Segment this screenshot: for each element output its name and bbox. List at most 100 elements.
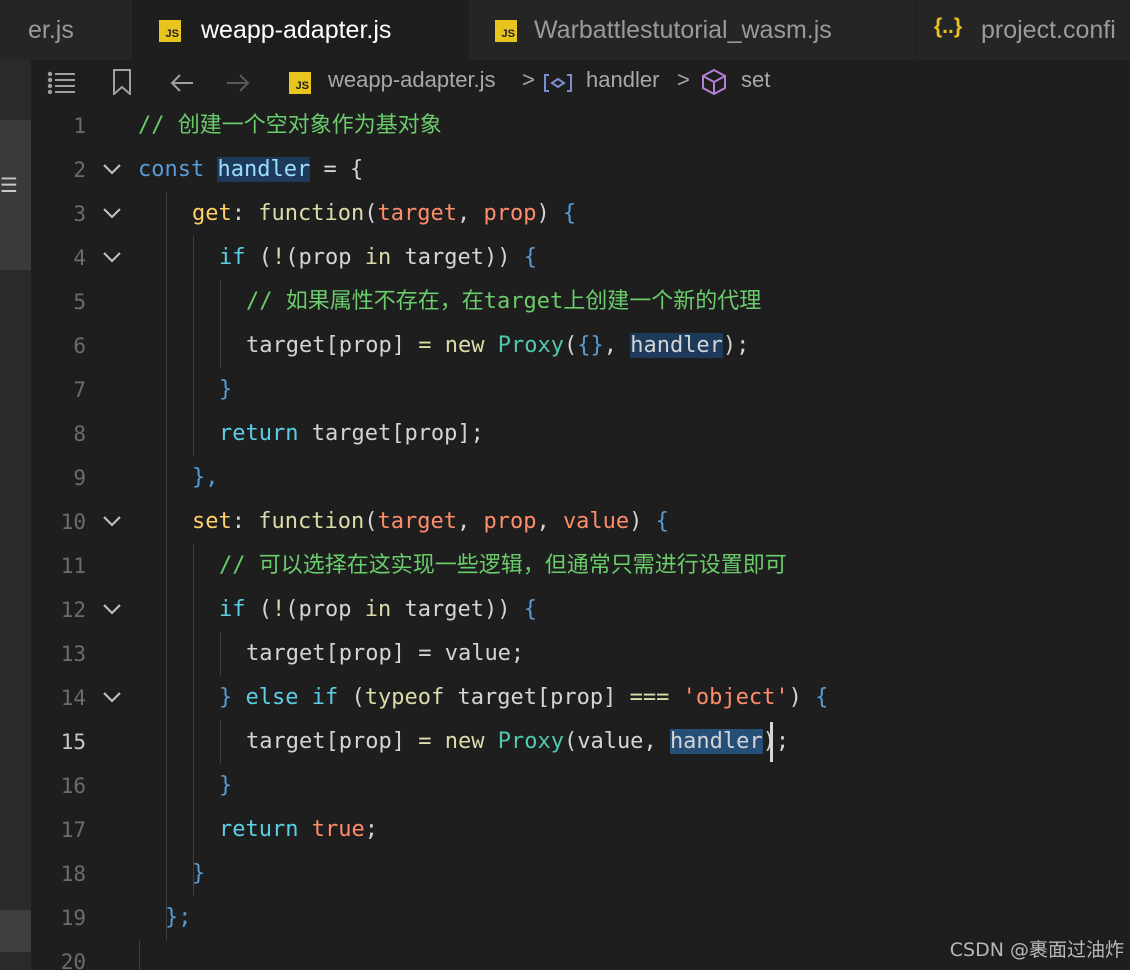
identifier: prop	[298, 597, 352, 622]
operator: !	[272, 245, 286, 270]
code-line-8[interactable]: return target[prop];	[219, 412, 484, 456]
back-arrow-icon[interactable]	[169, 72, 195, 94]
breadcrumb-separator: >	[522, 67, 535, 92]
line-number: 12	[60, 598, 86, 622]
punctuation: :	[231, 201, 259, 226]
method-cube-icon	[702, 68, 726, 96]
indent-guide	[139, 940, 140, 970]
parameter: value	[562, 509, 630, 534]
line-number: 19	[60, 906, 86, 930]
punctuation: [	[325, 333, 339, 358]
brace: }	[219, 377, 233, 402]
fold-chevron-icon[interactable]	[101, 236, 123, 280]
keyword: const	[138, 157, 205, 182]
activity-highlight-bottom	[0, 910, 31, 952]
variable-symbol-icon	[544, 74, 572, 92]
identifier: value	[577, 729, 644, 754]
identifier: target	[246, 333, 326, 358]
fold-chevron-icon[interactable]	[101, 148, 123, 192]
punctuation: )	[536, 201, 550, 226]
punctuation: (	[245, 245, 272, 270]
breadcrumb-member[interactable]: set	[741, 67, 770, 93]
fold-chevron-icon[interactable]	[101, 500, 123, 544]
brace: };	[165, 905, 192, 930]
punctuation: (	[563, 333, 578, 358]
expression: target[prop]	[444, 685, 617, 710]
line-number: 2	[73, 158, 86, 182]
punctuation: (	[364, 509, 378, 534]
punctuation: ;	[364, 817, 378, 842]
keyword: new	[444, 729, 485, 754]
code-line-16[interactable]: }	[219, 764, 232, 808]
keyword: new	[444, 333, 485, 358]
object-literal: {}	[577, 333, 604, 358]
identifier: target	[404, 597, 484, 622]
code-editor[interactable]: JS weapp-adapter.js > handler > set 1 2 …	[31, 60, 1130, 970]
keyword: return	[219, 817, 299, 842]
code-line-3[interactable]: get: function(target, prop) {	[192, 192, 576, 236]
brace: }	[192, 861, 206, 886]
list-icon[interactable]	[47, 70, 77, 94]
code-line-12[interactable]: if (!(prop in target)) {	[219, 588, 537, 632]
brace: {	[642, 509, 669, 534]
watermark: CSDN @裹面过油炸	[949, 939, 1124, 961]
js-file-icon: JS	[495, 20, 517, 42]
punctuation: ))	[483, 245, 511, 270]
keyword: in	[351, 245, 405, 270]
keyword: typeof	[364, 685, 445, 710]
code-line-13[interactable]: target[prop] = value;	[246, 632, 524, 676]
brace: {	[510, 245, 537, 270]
tab-er-js[interactable]: er.js	[0, 0, 133, 60]
bookmark-icon[interactable]	[112, 69, 132, 95]
tab-project-config[interactable]: {..} project.confi	[916, 0, 1130, 60]
code-line-9[interactable]: },	[192, 456, 219, 500]
indent-guide	[220, 632, 221, 676]
string-quote: '	[682, 685, 696, 710]
punctuation: (	[563, 729, 578, 754]
code-line-10[interactable]: set: function(target, prop, value) {	[192, 500, 669, 544]
class-name: Proxy	[497, 729, 564, 754]
punctuation: ,	[456, 201, 484, 226]
comment: // 可以选择在这实现一些逻辑，但通常只需进行设置即可	[219, 553, 787, 578]
code-line-5[interactable]: // 如果属性不存在，在target上创建一个新的代理	[246, 280, 761, 324]
code-line-18[interactable]: }	[192, 852, 205, 896]
operator: =	[404, 333, 445, 358]
punctuation: ,	[536, 509, 563, 534]
code-line-11[interactable]: // 可以选择在这实现一些逻辑，但通常只需进行设置即可	[219, 544, 787, 588]
identifier: prop	[338, 729, 392, 754]
line-number: 14	[60, 686, 86, 710]
punctuation: [	[325, 729, 339, 754]
code-line-6[interactable]: target[prop] = new Proxy({}, handler);	[246, 324, 749, 368]
identifier: target	[404, 245, 484, 270]
code-line-4[interactable]: if (!(prop in target)) {	[219, 236, 537, 280]
tab-warbattlestutorial-wasm-js[interactable]: JS Warbattlestutorial_wasm.js	[469, 0, 916, 60]
line-number: 10	[60, 510, 86, 534]
code-line-15-current[interactable]: target[prop] = new Proxy(value, handler)…	[246, 720, 789, 764]
menu-icon[interactable]: ☰	[0, 173, 18, 197]
code-line-1[interactable]: // 创建一个空对象作为基对象	[138, 104, 442, 148]
code-line-19[interactable]: };	[165, 896, 192, 940]
forward-arrow-icon[interactable]	[225, 72, 251, 94]
code-line-2[interactable]: const handler = {	[138, 148, 363, 192]
punctuation: )	[629, 509, 643, 534]
indent-guide	[220, 720, 221, 764]
brace: }	[219, 773, 233, 798]
breadcrumb-file[interactable]: weapp-adapter.js	[328, 67, 496, 93]
breadcrumb: JS weapp-adapter.js > handler > set	[31, 60, 1130, 104]
string-quote: '	[775, 685, 789, 710]
code-line-7[interactable]: }	[219, 368, 232, 412]
code-line-17[interactable]: return true;	[219, 808, 378, 852]
fold-chevron-icon[interactable]	[101, 192, 123, 236]
breadcrumb-symbol[interactable]: handler	[586, 67, 659, 93]
brace: {	[549, 201, 577, 226]
line-number: 9	[73, 466, 86, 490]
operator: =	[404, 729, 445, 754]
indent-guide	[166, 192, 167, 940]
tab-weapp-adapter-js[interactable]: JS weapp-adapter.js ×	[133, 0, 469, 60]
code-line-14[interactable]: } else if (typeof target[prop] === 'obje…	[219, 676, 828, 720]
fold-chevron-icon[interactable]	[101, 676, 123, 720]
fold-chevron-icon[interactable]	[101, 588, 123, 632]
line-number: 13	[60, 642, 86, 666]
identifier: target	[246, 641, 326, 666]
